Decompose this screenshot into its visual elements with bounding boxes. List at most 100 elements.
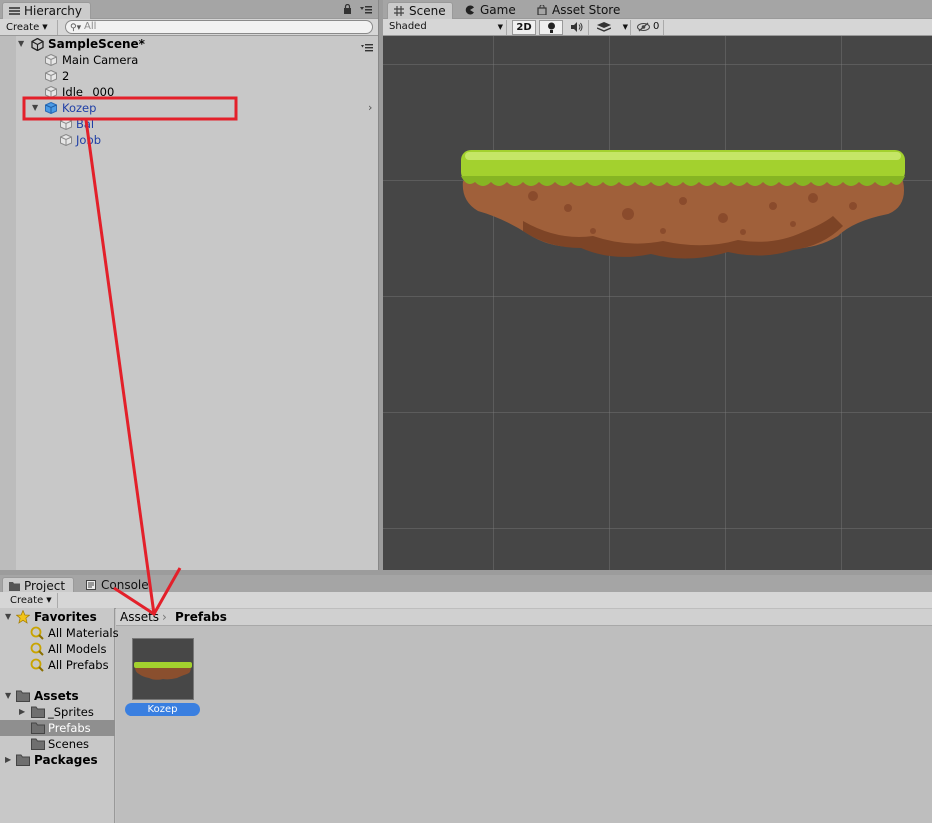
foldout-expanded-icon[interactable]: ▼ (32, 100, 42, 116)
lock-icon[interactable] (343, 3, 352, 17)
favorite-all-prefabs[interactable]: All Prefabs (0, 657, 115, 673)
hierarchy-item-kozep[interactable]: ▼ Kozep › (0, 100, 378, 116)
foldout-collapsed-icon[interactable]: ▶ (5, 752, 11, 768)
list-icon (9, 4, 20, 15)
folder-icon (9, 579, 20, 591)
item-label: Idle _000 (62, 85, 115, 99)
lighting-toggle[interactable] (539, 20, 563, 35)
favorite-all-models[interactable]: All Models (0, 641, 115, 657)
open-prefab-arrow-icon[interactable]: › (368, 100, 372, 116)
tab-game[interactable]: Game (459, 2, 524, 19)
folder-icon (16, 690, 30, 702)
favorite-label: All Models (48, 642, 107, 656)
item-label: Bal (76, 117, 95, 131)
folder-icon (31, 706, 45, 718)
foldout-expanded-icon[interactable]: ▼ (5, 688, 11, 704)
platform-preview-image (134, 662, 192, 680)
folder-scenes[interactable]: Scenes (0, 736, 115, 752)
folder-sprites[interactable]: ▶ _Sprites (0, 704, 115, 720)
item-label: Main Camera (62, 53, 139, 67)
scene-name: SampleScene* (48, 37, 145, 51)
dropdown-caret-icon: ▼ (42, 23, 48, 31)
hierarchy-create-button[interactable]: Create ▼ (2, 20, 58, 35)
audio-toggle[interactable] (565, 20, 589, 35)
foldout-expanded-icon[interactable]: ▼ (18, 36, 28, 52)
shopping-bag-icon (537, 3, 548, 16)
hierarchy-item-jobb[interactable]: Jobb (0, 132, 378, 148)
tab-project-label: Project (24, 579, 66, 593)
hidden-count: 0 (653, 21, 660, 32)
hierarchy-item-2[interactable]: 2 (0, 68, 378, 84)
breadcrumb-current[interactable]: Prefabs (175, 609, 227, 626)
tab-asset-store[interactable]: Asset Store (531, 2, 628, 19)
scene-viewport[interactable] (383, 36, 932, 570)
asset-label-kozep[interactable]: Kozep (125, 703, 200, 716)
game-pacman-icon (465, 3, 476, 15)
hierarchy-item-bal[interactable]: Bal (0, 116, 378, 132)
create-label: Create (10, 595, 44, 606)
console-icon (86, 578, 97, 590)
hierarchy-item-main-camera[interactable]: Main Camera (0, 52, 378, 68)
folder-label: _Sprites (48, 705, 94, 719)
favorites-header[interactable]: ▼ Favorites (0, 609, 115, 625)
tab-hierarchy[interactable]: Hierarchy (2, 2, 92, 19)
scene-grid-icon (394, 4, 405, 16)
breadcrumb: Assets › Prefabs (116, 609, 932, 626)
tab-scene-label: Scene (409, 4, 446, 18)
speaker-icon (571, 22, 583, 37)
assets-label: Assets (34, 689, 79, 703)
dropdown-caret-icon: ▼ (622, 23, 628, 31)
item-label: Kozep (62, 101, 97, 115)
favorites-label: Favorites (34, 610, 97, 624)
tab-hierarchy-label: Hierarchy (24, 4, 83, 18)
hidden-objects-toggle[interactable]: 0 (634, 20, 664, 35)
tab-game-label: Game (480, 3, 516, 17)
hierarchy-search-input[interactable]: ⚲▾ All (65, 20, 373, 34)
folder-prefabs[interactable]: Prefabs (0, 720, 115, 736)
effects-dropdown[interactable]: ▼ (593, 20, 631, 35)
search-placeholder: All (84, 21, 97, 32)
search-icon: ⚲▾ (70, 23, 82, 33)
panel-menu-icon[interactable] (360, 5, 372, 18)
asset-thumbnail[interactable] (132, 638, 194, 700)
mode-2d-label: 2D (516, 22, 532, 33)
project-asset-grid (116, 608, 932, 823)
mode-2d-toggle[interactable]: 2D (512, 20, 536, 35)
tab-asset-store-label: Asset Store (552, 3, 621, 17)
gameobject-cube-icon (60, 117, 72, 131)
assets-folder[interactable]: ▼ Assets (0, 688, 115, 704)
packages-label: Packages (34, 753, 98, 767)
tab-console-label: Console (101, 578, 149, 592)
favorite-label: All Materials (48, 626, 119, 640)
search-filter-icon (30, 658, 44, 676)
scene-toolbar: Shaded ▼ 2D ▼ 0 (383, 19, 932, 36)
gameobject-cube-icon (45, 53, 57, 67)
favorite-all-materials[interactable]: All Materials (0, 625, 119, 641)
folder-icon (31, 722, 45, 734)
foldout-collapsed-icon[interactable]: ▶ (19, 704, 25, 720)
project-create-button[interactable]: Create ▼ (6, 593, 58, 608)
eye-hidden-icon (637, 22, 650, 37)
tab-scene[interactable]: Scene (387, 2, 453, 19)
item-label: Jobb (76, 133, 102, 147)
packages-folder[interactable]: ▶ Packages (0, 752, 115, 768)
ground-platform-sprite[interactable] (383, 36, 932, 570)
favorite-label: All Prefabs (48, 658, 109, 672)
gameobject-cube-icon (45, 85, 57, 99)
shading-mode-label: Shaded (389, 21, 427, 32)
hierarchy-item-idle[interactable]: Idle _000 (0, 84, 378, 100)
foldout-expanded-icon[interactable]: ▼ (5, 609, 11, 625)
dropdown-caret-icon: ▼ (497, 23, 503, 31)
hierarchy-tab-bar: Hierarchy (0, 0, 378, 19)
folder-label: Scenes (48, 737, 90, 751)
create-label: Create (6, 22, 40, 33)
shading-mode-dropdown[interactable]: Shaded ▼ (385, 20, 507, 35)
breadcrumb-root[interactable]: Assets (120, 609, 159, 626)
gameobject-cube-icon (45, 69, 57, 83)
hierarchy-toolbar: Create ▼ ⚲▾ All (0, 19, 378, 36)
folder-icon (16, 754, 30, 766)
folder-icon (31, 738, 45, 750)
scene-root-row[interactable]: ▼ SampleScene* (0, 36, 378, 52)
gameobject-cube-icon (60, 133, 72, 147)
scene-tab-bar: Scene Game Asset Store (383, 0, 932, 19)
